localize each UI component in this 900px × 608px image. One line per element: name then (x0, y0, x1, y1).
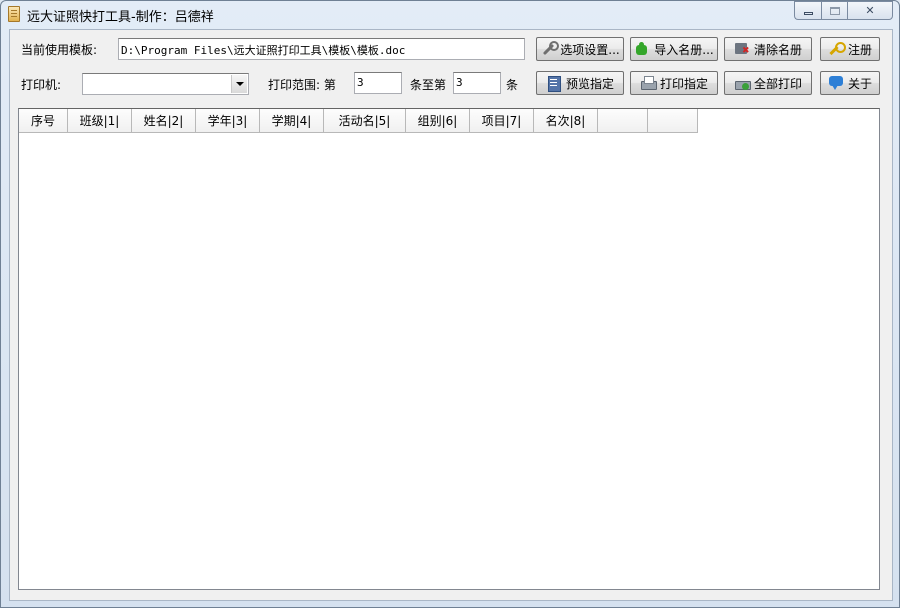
clear-list-icon (734, 41, 750, 57)
minimize-icon (803, 12, 813, 15)
window-controls: ✕ (794, 1, 893, 20)
column-header[interactable]: 组别|6| (406, 109, 470, 133)
maximize-icon (829, 6, 840, 15)
preview-selected-button-label: 预览指定 (565, 76, 614, 91)
speech-bubble-icon (828, 75, 844, 91)
options-button[interactable]: 选项设置... (536, 37, 624, 61)
column-header[interactable]: 项目|7| (470, 109, 534, 133)
preview-icon (546, 75, 562, 92)
roster-grid[interactable]: 序号 班级|1| 姓名|2| 学年|3| 学期|4| 活动名|5| 组别|6| … (18, 108, 880, 590)
print-selected-button-label: 打印指定 (659, 76, 708, 91)
print-all-icon (734, 75, 751, 91)
options-button-label: 选项设置... (560, 42, 620, 57)
print-all-button[interactable]: 全部打印 (724, 71, 812, 95)
column-header[interactable]: 名次|8| (534, 109, 598, 133)
wrench-icon (540, 41, 560, 57)
template-label: 当前使用模板: (21, 43, 98, 57)
range-mid-label: 条至第 (410, 78, 447, 92)
register-button-label: 注册 (847, 42, 872, 57)
column-header[interactable]: 序号 (19, 109, 68, 133)
range-from-input[interactable]: 3 (354, 72, 402, 94)
register-button[interactable]: 注册 (820, 37, 880, 61)
main-panel: 当前使用模板: D:\Program Files\远大证照打印工具\模板\模板.… (9, 29, 893, 601)
clear-roster-button-label: 清除名册 (753, 42, 802, 57)
key-icon (828, 41, 846, 57)
column-header[interactable]: 班级|1| (68, 109, 132, 133)
app-document-icon (8, 6, 20, 22)
printer-dropdown-button[interactable] (231, 75, 247, 93)
chevron-down-icon (235, 82, 244, 86)
print-selected-button[interactable]: 打印指定 (630, 71, 718, 95)
range-label: 打印范围: 第 (268, 78, 336, 92)
column-header[interactable]: 学期|4| (260, 109, 324, 133)
minimize-button[interactable] (794, 1, 821, 20)
close-icon: ✕ (865, 4, 875, 17)
column-header[interactable]: 活动名|5| (324, 109, 406, 133)
printer-icon (640, 75, 657, 91)
app-window: 远大证照快打工具-制作：吕德祥 ✕ 当前使用模板: D:\Program Fil… (0, 0, 900, 608)
grid-header: 序号 班级|1| 姓名|2| 学年|3| 学期|4| 活动名|5| 组别|6| … (19, 109, 698, 133)
preview-selected-button[interactable]: 预览指定 (536, 71, 624, 95)
print-all-button-label: 全部打印 (753, 76, 802, 91)
column-header[interactable] (598, 109, 648, 133)
window-title: 远大证照快打工具-制作：吕德祥 (27, 10, 214, 25)
column-header[interactable]: 姓名|2| (132, 109, 196, 133)
import-roster-button-label: 导入名册... (654, 42, 714, 57)
puzzle-icon (634, 41, 650, 57)
range-end-label: 条 (506, 78, 519, 92)
maximize-button[interactable] (821, 1, 847, 20)
template-path-field[interactable]: D:\Program Files\远大证照打印工具\模板\模板.doc (118, 38, 525, 60)
about-button[interactable]: 关于 (820, 71, 880, 95)
column-header[interactable]: 学年|3| (196, 109, 260, 133)
about-button-label: 关于 (847, 76, 872, 91)
printer-label: 打印机: (21, 78, 62, 92)
clear-roster-button[interactable]: 清除名册 (724, 37, 812, 61)
printer-select[interactable] (82, 73, 249, 95)
import-roster-button[interactable]: 导入名册... (630, 37, 718, 61)
range-to-input[interactable]: 3 (453, 72, 501, 94)
column-header[interactable] (648, 109, 698, 133)
title-bar[interactable]: 远大证照快打工具-制作：吕德祥 ✕ (1, 1, 899, 27)
close-button[interactable]: ✕ (847, 1, 893, 20)
